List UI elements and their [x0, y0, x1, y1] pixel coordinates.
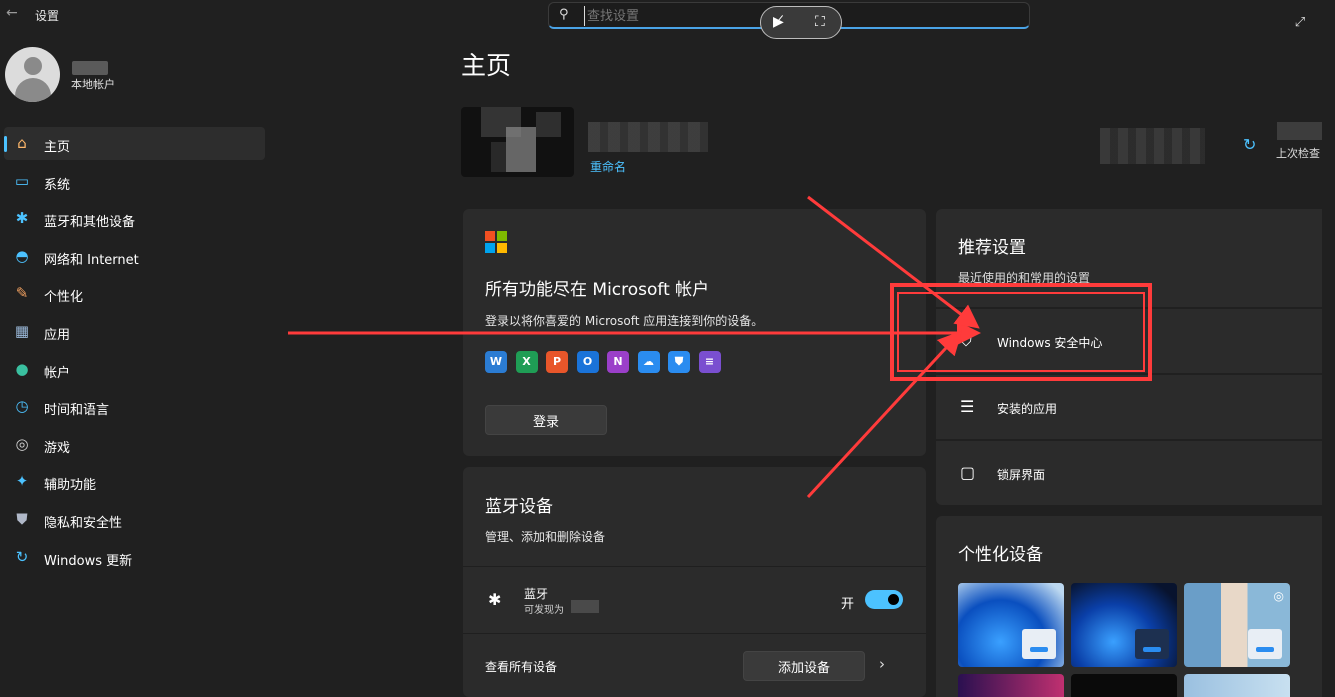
- annotation-arrows: [288, 195, 981, 499]
